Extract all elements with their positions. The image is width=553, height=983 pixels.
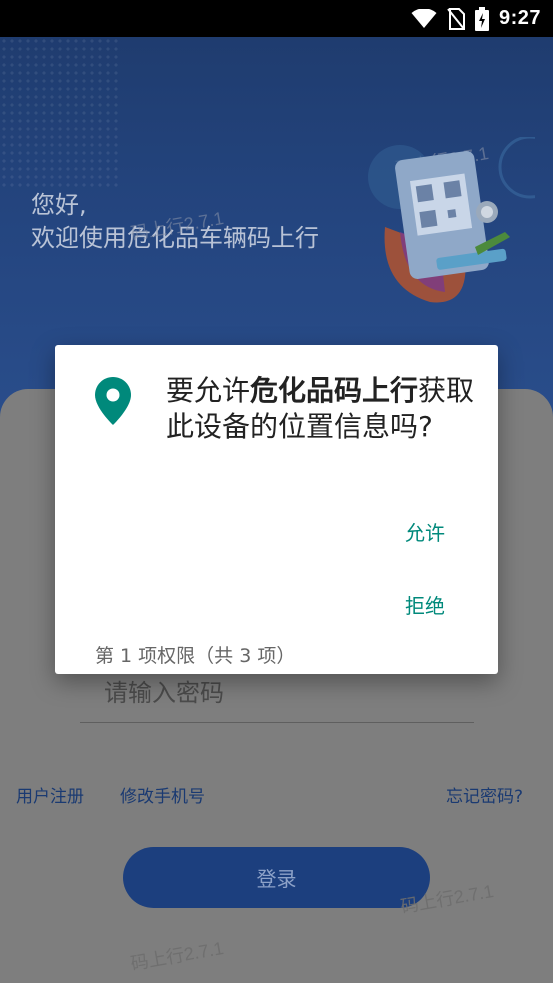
allow-button[interactable]: 允许 (405, 517, 445, 546)
dialog-title-prefix: 要允许 (166, 374, 251, 407)
deny-button[interactable]: 拒绝 (405, 590, 445, 619)
password-underline (80, 722, 474, 723)
password-input[interactable]: 请输入密码 (104, 673, 224, 708)
qr-phone-illustration (368, 137, 535, 303)
battery-charging-icon (474, 6, 489, 31)
change-phone-link[interactable]: 修改手机号 (120, 782, 205, 807)
permission-dialog: 要允许危化品码上行获取此设备的位置信息吗? 允许 拒绝 第 1 项权限（共 3 … (55, 345, 498, 674)
dialog-title: 要允许危化品码上行获取此设备的位置信息吗? (166, 373, 484, 445)
no-sim-icon (447, 7, 465, 30)
register-link[interactable]: 用户注册 (16, 782, 84, 807)
location-pin-icon (95, 377, 131, 425)
status-bar: 9:27 (0, 0, 553, 37)
dialog-app-name: 危化品码上行 (250, 374, 419, 407)
wifi-icon (411, 8, 437, 28)
permission-counter: 第 1 项权限（共 3 项） (95, 645, 296, 667)
login-button[interactable]: 登录 (123, 847, 430, 908)
forgot-password-link[interactable]: 忘记密码? (446, 782, 523, 807)
decorative-dots (0, 37, 120, 187)
status-time: 9:27 (498, 7, 541, 29)
status-icons: 9:27 (411, 6, 541, 31)
